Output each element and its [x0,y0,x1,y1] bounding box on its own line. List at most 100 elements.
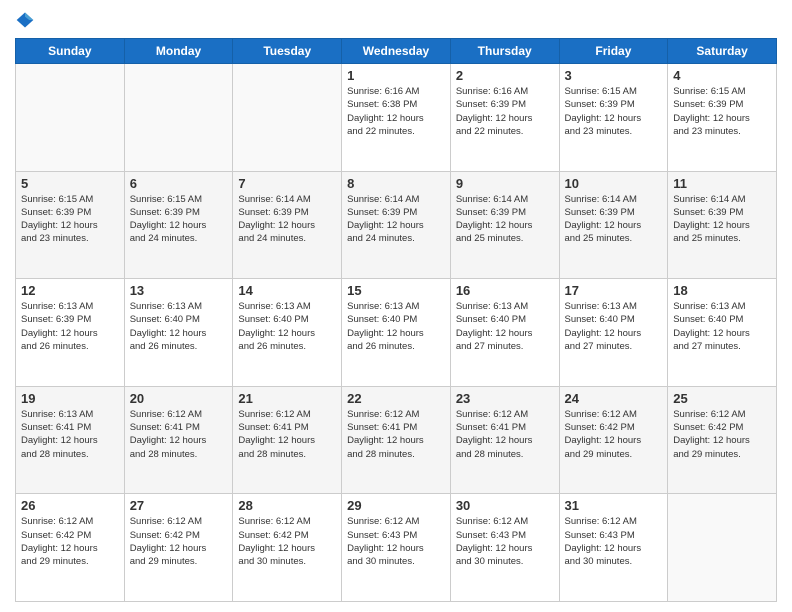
calendar-cell: 14 Sunrise: 6:13 AM Sunset: 6:40 PM Dayli… [233,279,342,387]
calendar-cell: 19Sunrise: 6:13 AM Sunset: 6:41 PM Dayli… [16,386,125,494]
day-info: Sunrise: 6:14 AM Sunset: 6:39 PM Dayligh… [673,193,771,246]
calendar-header-row: SundayMondayTuesdayWednesdayThursdayFrid… [16,39,777,64]
calendar-cell: 2Sunrise: 6:16 AM Sunset: 6:39 PM Daylig… [450,64,559,172]
day-info: Sunrise: 6:12 AM Sunset: 6:42 PM Dayligh… [565,408,663,461]
calendar-cell: 27Sunrise: 6:12 AM Sunset: 6:42 PM Dayli… [124,494,233,602]
day-number: 28 [238,498,336,513]
day-number: 21 [238,391,336,406]
day-info: Sunrise: 6:13 AM Sunset: 6:41 PM Dayligh… [21,408,119,461]
day-number: 7 [238,176,336,191]
calendar-cell: 12Sunrise: 6:13 AM Sunset: 6:39 PM Dayli… [16,279,125,387]
calendar-cell: 29 Sunrise: 6:12 AM Sunset: 6:43 PM Dayli… [342,494,451,602]
day-info: Sunrise: 6:13 AM Sunset: 6:40 PM Dayligh… [565,300,663,353]
day-info: Sunrise: 6:12 AM Sunset: 6:43 PM Dayligh… [347,515,445,568]
day-header-monday: Monday [124,39,233,64]
day-info: Sunrise: 6:15 AM Sunset: 6:39 PM Dayligh… [21,193,119,246]
day-number: 4 [673,68,771,83]
day-header-thursday: Thursday [450,39,559,64]
day-number: 31 [565,498,663,513]
day-number: 23 [456,391,554,406]
calendar-cell: 8 Sunrise: 6:14 AM Sunset: 6:39 PM Daylig… [342,171,451,279]
day-info: Sunrise: 6:16 AM Sunset: 6:39 PM Dayligh… [456,85,554,138]
day-info: Sunrise: 6:13 AM Sunset: 6:40 PM Dayligh… [347,300,445,353]
calendar-cell: 31 Sunrise: 6:12 AM Sunset: 6:43 PM Dayli… [559,494,668,602]
calendar-cell: 9 Sunrise: 6:14 AM Sunset: 6:39 PM Daylig… [450,171,559,279]
calendar-cell: 17 Sunrise: 6:13 AM Sunset: 6:40 PM Dayli… [559,279,668,387]
calendar-table: SundayMondayTuesdayWednesdayThursdayFrid… [15,38,777,602]
calendar-cell: 7 Sunrise: 6:14 AM Sunset: 6:39 PM Daylig… [233,171,342,279]
day-number: 3 [565,68,663,83]
day-header-sunday: Sunday [16,39,125,64]
day-number: 15 [347,283,445,298]
calendar-cell: 1 Sunrise: 6:16 AM Sunset: 6:38 PM Daylig… [342,64,451,172]
calendar-cell [668,494,777,602]
day-info: Sunrise: 6:13 AM Sunset: 6:40 PM Dayligh… [130,300,228,353]
day-number: 10 [565,176,663,191]
day-number: 26 [21,498,119,513]
day-number: 12 [21,283,119,298]
header [15,10,777,30]
day-number: 9 [456,176,554,191]
calendar-cell: 26 Sunrise: 6:12 AM Sunset: 6:42 PM Dayli… [16,494,125,602]
logo-icon [15,10,35,30]
day-info: Sunrise: 6:12 AM Sunset: 6:42 PM Dayligh… [238,515,336,568]
day-info: Sunrise: 6:14 AM Sunset: 6:39 PM Dayligh… [347,193,445,246]
calendar-week-3: 12Sunrise: 6:13 AM Sunset: 6:39 PM Dayli… [16,279,777,387]
day-number: 17 [565,283,663,298]
calendar-cell: 5Sunrise: 6:15 AM Sunset: 6:39 PM Daylig… [16,171,125,279]
calendar-week-1: 1 Sunrise: 6:16 AM Sunset: 6:38 PM Daylig… [16,64,777,172]
day-number: 27 [130,498,228,513]
day-info: Sunrise: 6:15 AM Sunset: 6:39 PM Dayligh… [565,85,663,138]
day-info: Sunrise: 6:13 AM Sunset: 6:40 PM Dayligh… [456,300,554,353]
calendar-cell: 25Sunrise: 6:12 AM Sunset: 6:42 PM Dayli… [668,386,777,494]
day-number: 20 [130,391,228,406]
calendar-cell: 18Sunrise: 6:13 AM Sunset: 6:40 PM Dayli… [668,279,777,387]
day-number: 22 [347,391,445,406]
day-info: Sunrise: 6:16 AM Sunset: 6:38 PM Dayligh… [347,85,445,138]
calendar-cell: 21 Sunrise: 6:12 AM Sunset: 6:41 PM Dayli… [233,386,342,494]
calendar-cell [124,64,233,172]
calendar-cell: 6Sunrise: 6:15 AM Sunset: 6:39 PM Daylig… [124,171,233,279]
calendar-cell: 28 Sunrise: 6:12 AM Sunset: 6:42 PM Dayli… [233,494,342,602]
logo [15,10,39,30]
day-number: 30 [456,498,554,513]
calendar-cell: 22 Sunrise: 6:12 AM Sunset: 6:41 PM Dayli… [342,386,451,494]
day-info: Sunrise: 6:12 AM Sunset: 6:43 PM Dayligh… [456,515,554,568]
day-number: 11 [673,176,771,191]
day-info: Sunrise: 6:12 AM Sunset: 6:43 PM Dayligh… [565,515,663,568]
day-number: 14 [238,283,336,298]
calendar-cell: 20 Sunrise: 6:12 AM Sunset: 6:41 PM Dayli… [124,386,233,494]
day-header-saturday: Saturday [668,39,777,64]
day-info: Sunrise: 6:12 AM Sunset: 6:41 PM Dayligh… [456,408,554,461]
day-info: Sunrise: 6:14 AM Sunset: 6:39 PM Dayligh… [565,193,663,246]
calendar-cell: 23 Sunrise: 6:12 AM Sunset: 6:41 PM Dayli… [450,386,559,494]
day-info: Sunrise: 6:13 AM Sunset: 6:40 PM Dayligh… [238,300,336,353]
day-number: 6 [130,176,228,191]
day-number: 24 [565,391,663,406]
calendar-week-2: 5Sunrise: 6:15 AM Sunset: 6:39 PM Daylig… [16,171,777,279]
calendar-cell: 16 Sunrise: 6:13 AM Sunset: 6:40 PM Dayli… [450,279,559,387]
day-number: 8 [347,176,445,191]
calendar-cell: 10 Sunrise: 6:14 AM Sunset: 6:39 PM Dayli… [559,171,668,279]
day-number: 25 [673,391,771,406]
day-header-tuesday: Tuesday [233,39,342,64]
day-number: 18 [673,283,771,298]
day-number: 1 [347,68,445,83]
day-number: 16 [456,283,554,298]
day-header-friday: Friday [559,39,668,64]
calendar-cell: 24 Sunrise: 6:12 AM Sunset: 6:42 PM Dayli… [559,386,668,494]
calendar-cell: 13 Sunrise: 6:13 AM Sunset: 6:40 PM Dayli… [124,279,233,387]
day-info: Sunrise: 6:12 AM Sunset: 6:41 PM Dayligh… [238,408,336,461]
day-number: 29 [347,498,445,513]
day-info: Sunrise: 6:12 AM Sunset: 6:42 PM Dayligh… [21,515,119,568]
day-number: 13 [130,283,228,298]
day-info: Sunrise: 6:14 AM Sunset: 6:39 PM Dayligh… [238,193,336,246]
calendar-week-5: 26 Sunrise: 6:12 AM Sunset: 6:42 PM Dayli… [16,494,777,602]
calendar-week-4: 19Sunrise: 6:13 AM Sunset: 6:41 PM Dayli… [16,386,777,494]
day-info: Sunrise: 6:12 AM Sunset: 6:41 PM Dayligh… [130,408,228,461]
day-info: Sunrise: 6:12 AM Sunset: 6:41 PM Dayligh… [347,408,445,461]
day-info: Sunrise: 6:14 AM Sunset: 6:39 PM Dayligh… [456,193,554,246]
calendar-cell: 30 Sunrise: 6:12 AM Sunset: 6:43 PM Dayli… [450,494,559,602]
page: SundayMondayTuesdayWednesdayThursdayFrid… [0,0,792,612]
calendar-cell [233,64,342,172]
